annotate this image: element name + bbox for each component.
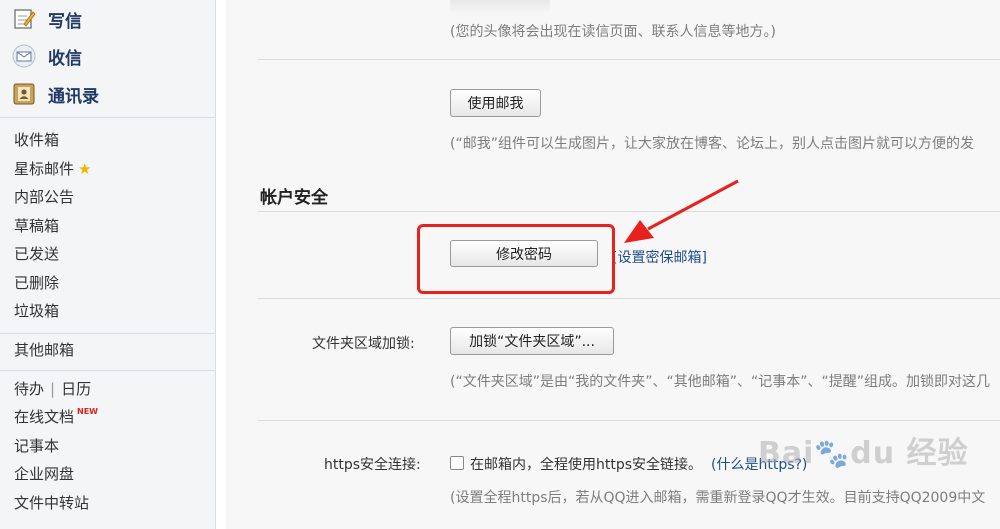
baidu-watermark: Bai🐾du 经验: [758, 428, 969, 472]
paw-icon: 🐾: [814, 437, 851, 470]
watermark-text-2: du 经验: [850, 436, 969, 471]
watermark-text: Bai: [758, 436, 815, 471]
